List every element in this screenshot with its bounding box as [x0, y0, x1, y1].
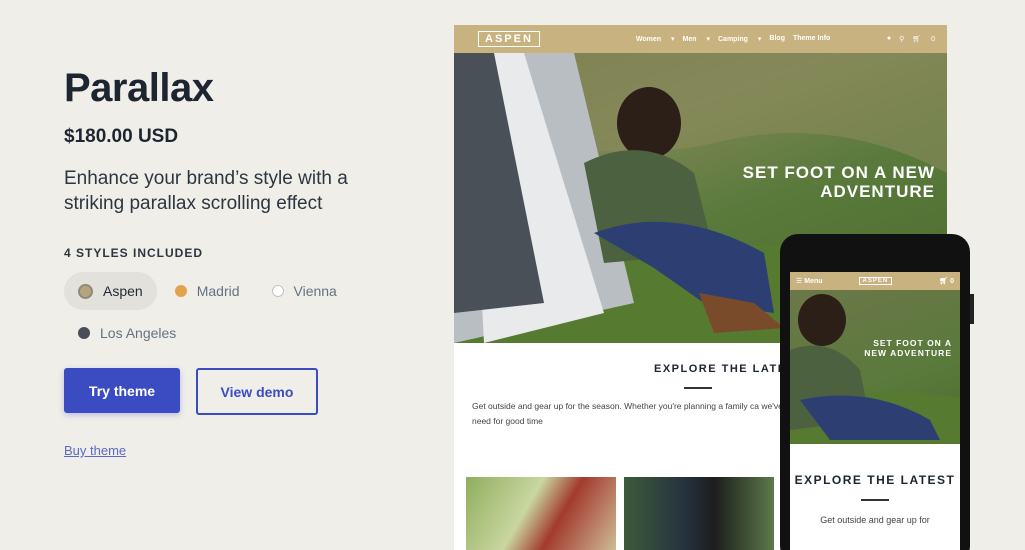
mobile-nav: ☰ Menu ASPEN 🛒︎ 0 [790, 272, 960, 290]
mobile-explore-title: EXPLORE THE LATEST [794, 473, 956, 487]
style-option-los-angeles[interactable]: Los Angeles [64, 314, 190, 352]
style-label: Vienna [293, 283, 337, 299]
swatch-vienna [271, 285, 284, 297]
preview-product-thumbs [466, 477, 782, 550]
swatch-aspen [78, 283, 93, 299]
divider [684, 387, 712, 389]
mobile-menu-label: Menu [804, 277, 823, 285]
preview-menu-item: Blog [769, 35, 785, 42]
styles-label: 4 STYLES INCLUDED [64, 246, 204, 260]
mobile-explore-copy: Get outside and gear up for [820, 515, 930, 525]
mobile-hero-scene [790, 294, 960, 444]
preview-menu-item: Theme Info [792, 35, 831, 42]
mobile-preview: ☰ Menu ASPEN 🛒︎ 0 SET FOOT ON A NEW ADVE… [780, 234, 974, 550]
phone-side-button [970, 294, 974, 324]
theme-tagline: Enhance your brand’s style with a striki… [64, 168, 348, 214]
preview-logo: ASPEN [478, 31, 540, 47]
theme-price: $180.00 USD [64, 126, 179, 147]
view-demo-button[interactable]: View demo [196, 368, 318, 415]
mobile-logo: ASPEN [858, 277, 893, 285]
style-option-madrid[interactable]: Madrid [161, 272, 254, 310]
buy-theme-link[interactable]: Buy theme [64, 443, 126, 458]
style-selector: Aspen Madrid Vienna Los Angeles [64, 272, 394, 356]
mobile-screen: ☰ Menu ASPEN 🛒︎ 0 SET FOOT ON A NEW ADVE… [790, 272, 960, 550]
try-theme-button[interactable]: Try theme [64, 368, 180, 413]
cart-icon: 🛒︎ 0 [912, 36, 935, 43]
divider [861, 499, 889, 501]
search-icon: ⚲ [899, 36, 905, 43]
mobile-hero-heading: SET FOOT ON A NEW ADVENTURE [864, 338, 952, 358]
preview-icons: ● ⚲ 🛒︎ 0 [879, 35, 935, 43]
product-thumb [466, 477, 616, 550]
user-icon: ● [886, 35, 892, 42]
mobile-hero-image: SET FOOT ON A NEW ADVENTURE [790, 290, 960, 444]
preview-menu: Women ▾ Men ▾ Camping ▾ Blog Theme Info [636, 35, 838, 43]
hamburger-icon: ☰ [796, 278, 805, 285]
preview-nav: ASPEN Women ▾ Men ▾ Camping ▾ Blog Theme… [454, 25, 947, 53]
preview-hero-heading: SET FOOT ON A NEW ADVENTURE [742, 163, 935, 201]
style-label: Madrid [196, 283, 240, 299]
theme-info: Parallax $180.00 USD Enhance your brand’… [64, 60, 424, 460]
preview-menu-item: Men ▾ [682, 36, 710, 43]
action-buttons: Try theme View demo [64, 368, 424, 415]
product-thumb [624, 477, 774, 550]
theme-title: Parallax [64, 66, 214, 110]
swatch-madrid [174, 285, 187, 297]
style-label: Los Angeles [100, 325, 177, 341]
style-label: Aspen [103, 283, 143, 299]
swatch-los-angeles [78, 327, 90, 339]
style-option-vienna[interactable]: Vienna [258, 272, 351, 310]
cart-icon: 🛒︎ 0 [939, 278, 954, 285]
style-option-aspen[interactable]: Aspen [64, 272, 157, 310]
preview-menu-item: Women ▾ [635, 36, 675, 43]
preview-menu-item: Camping ▾ [718, 36, 762, 43]
